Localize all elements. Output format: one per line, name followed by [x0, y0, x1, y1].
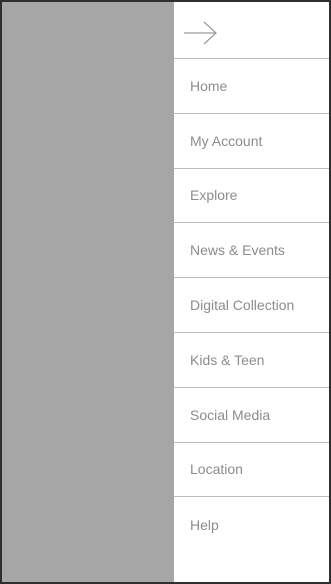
- navigation-drawer: Home My Account Explore News & Events Di…: [174, 2, 329, 582]
- menu-item-label: Location: [190, 461, 243, 478]
- close-drawer-button[interactable]: [182, 18, 222, 48]
- menu-item-label: My Account: [190, 132, 263, 149]
- menu-item-label: Home: [190, 77, 228, 94]
- menu-item-help[interactable]: Help: [174, 497, 329, 552]
- arrow-right-icon: [184, 21, 217, 45]
- menu-item-label: Explore: [190, 187, 238, 204]
- menu-item-home[interactable]: Home: [174, 59, 329, 114]
- menu-item-label: Kids & Teen: [190, 351, 265, 368]
- menu-item-label: News & Events: [190, 242, 285, 259]
- menu-item-digital-collection[interactable]: Digital Collection: [174, 278, 329, 333]
- menu-item-news-events[interactable]: News & Events: [174, 223, 329, 279]
- device-frame: Home My Account Explore News & Events Di…: [0, 0, 331, 584]
- menu-item-label: Digital Collection: [190, 297, 295, 314]
- menu-item-my-account[interactable]: My Account: [174, 114, 329, 169]
- menu-item-label: Social Media: [190, 406, 271, 423]
- menu-item-label: Help: [190, 516, 219, 533]
- drawer-header: [174, 2, 329, 59]
- menu-item-social-media[interactable]: Social Media: [174, 388, 329, 443]
- content-overlay[interactable]: [2, 2, 174, 582]
- menu-item-kids-teen[interactable]: Kids & Teen: [174, 333, 329, 388]
- menu-item-explore[interactable]: Explore: [174, 169, 329, 224]
- menu-item-location[interactable]: Location: [174, 443, 329, 498]
